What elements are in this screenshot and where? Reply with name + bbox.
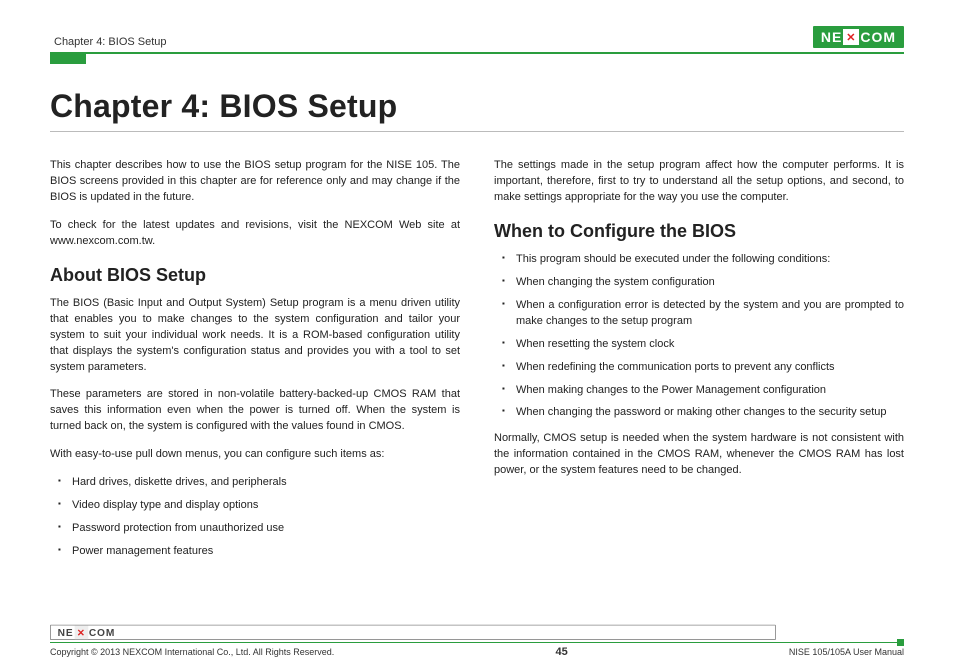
about-heading: About BIOS Setup (50, 262, 460, 288)
list-item: Video display type and display options (62, 498, 460, 514)
list-item: When a configuration error is detected b… (506, 298, 904, 330)
list-item: When changing the system configuration (506, 275, 904, 291)
right-column: The settings made in the setup program a… (494, 158, 904, 570)
about-paragraph-3: With easy-to-use pull down menus, you ca… (50, 447, 460, 463)
page-number: 45 (555, 646, 567, 658)
list-item: When redefining the communication ports … (506, 360, 904, 376)
intro-paragraph-2: To check for the latest updates and revi… (50, 218, 460, 250)
content-columns: This chapter describes how to use the BI… (50, 158, 904, 570)
header-green-tab (50, 54, 86, 64)
list-item: Password protection from unauthorized us… (62, 521, 460, 537)
brand-logo-x-icon (843, 29, 859, 45)
copyright-text: Copyright © 2013 NEXCOM International Co… (50, 647, 334, 657)
when-heading: When to Configure the BIOS (494, 218, 904, 244)
left-column: This chapter describes how to use the BI… (50, 158, 460, 570)
about-paragraph-2: These parameters are stored in non-volat… (50, 387, 460, 435)
config-items-list: Hard drives, diskette drives, and periph… (50, 475, 460, 560)
footer-logo-x-icon (74, 625, 88, 639)
page-footer: NECOM Copyright © 2013 NEXCOM Internatio… (50, 622, 904, 659)
list-item: When changing the password or making oth… (506, 405, 904, 421)
breadcrumb: Chapter 4: BIOS Setup (50, 36, 167, 48)
list-item: Power management features (62, 544, 460, 560)
brand-logo-text: NECOM (821, 29, 896, 45)
when-items-list: This program should be executed under th… (494, 252, 904, 422)
doc-title: NISE 105/105A User Manual (789, 647, 904, 657)
closing-paragraph: Normally, CMOS setup is needed when the … (494, 431, 904, 479)
intro-paragraph-1: This chapter describes how to use the BI… (50, 158, 460, 206)
about-paragraph-1: The BIOS (Basic Input and Output System)… (50, 296, 460, 376)
brand-logo: NECOM (813, 26, 904, 48)
list-item: This program should be executed under th… (506, 252, 904, 268)
page-title: Chapter 4: BIOS Setup (50, 88, 904, 125)
title-underline (50, 131, 904, 132)
page-header: Chapter 4: BIOS Setup NECOM (50, 24, 904, 48)
list-item: When making changes to the Power Managem… (506, 383, 904, 399)
footer-brand-logo: NECOM (50, 624, 776, 639)
footer-rule (50, 642, 904, 644)
list-item: Hard drives, diskette drives, and periph… (62, 475, 460, 491)
header-rule (50, 52, 904, 54)
list-item: When resetting the system clock (506, 337, 904, 353)
right-top-paragraph: The settings made in the setup program a… (494, 158, 904, 206)
